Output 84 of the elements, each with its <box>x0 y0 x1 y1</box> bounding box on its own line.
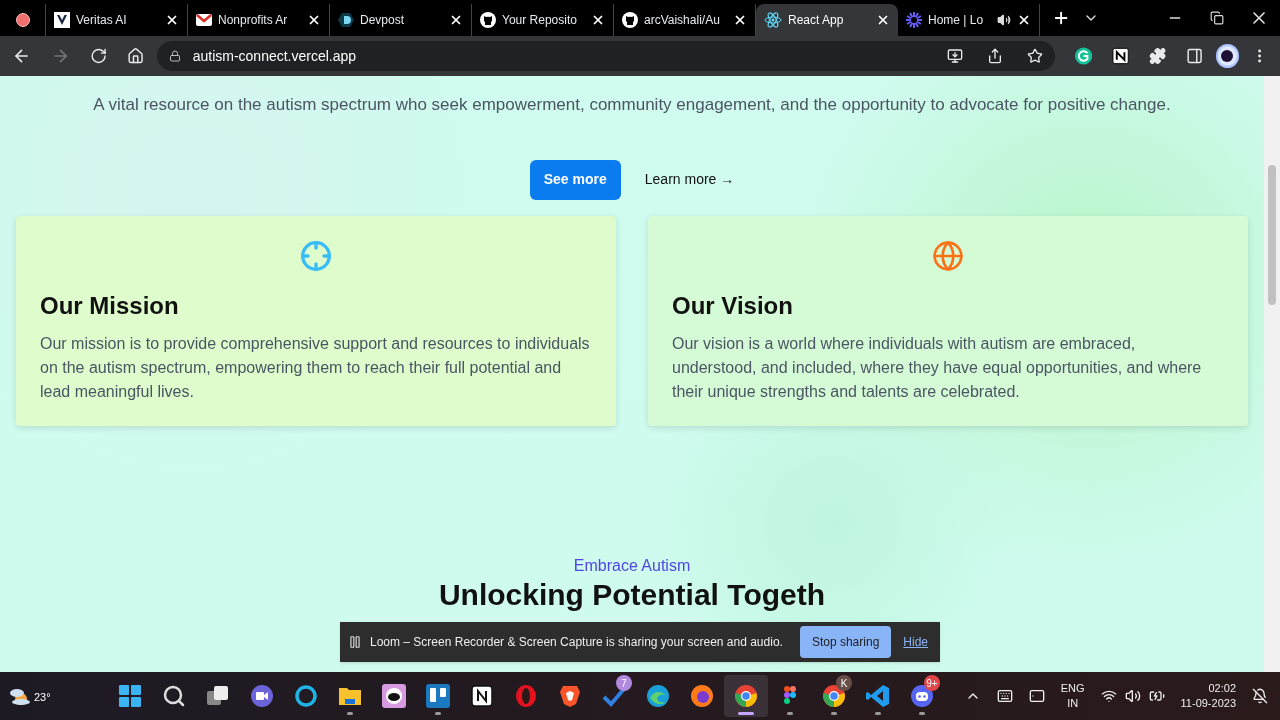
tab-title: Nonprofits Ar <box>218 12 288 29</box>
notebook-extension-icon[interactable] <box>1112 47 1130 65</box>
tab-title: arcVaishali/Au <box>644 12 720 29</box>
search-icon <box>162 684 186 708</box>
stop-sharing-button[interactable]: Stop sharing <box>799 626 892 658</box>
learn-more-link[interactable]: Learn more → <box>644 169 735 190</box>
taskbar-app[interactable] <box>724 675 768 717</box>
board-icon <box>426 684 450 708</box>
tab-title: Home | Lo <box>928 12 984 29</box>
notification-bell-icon[interactable] <box>1252 688 1268 704</box>
tagline: A vital resource on the autism spectrum who seek empowerment, community engagement, and the opportunity to advocate for positive change. <box>93 94 1171 116</box>
temperature: 23° <box>34 690 51 705</box>
region-text[interactable]: IN <box>1067 696 1079 711</box>
card-text: Our vision is a world where individuals with autism are embraced, understood, and included, where they have equal opportunities, and where their unique strengths and talents are celebrated. <box>672 333 1203 402</box>
close-tab-icon[interactable] <box>1017 13 1031 27</box>
side-panel-icon[interactable] <box>1186 47 1204 65</box>
close-tab-icon[interactable] <box>591 13 605 27</box>
hexagon-icon <box>338 12 354 28</box>
install-icon[interactable] <box>946 48 963 64</box>
close-tab-icon[interactable] <box>876 13 890 27</box>
tab-title: React App <box>788 12 844 29</box>
card-text: Our mission is to provide comprehensive support and resources to individuals on the autism spectrum, empowering them to reach their full potential and lead meaningful lives. <box>40 333 591 402</box>
close-tab-icon[interactable] <box>165 13 179 27</box>
notification-badge: 7 <box>616 675 632 691</box>
card-title: Our Mission <box>40 290 180 321</box>
notebook-icon <box>470 684 494 708</box>
atom-icon <box>764 12 782 28</box>
section-heading: Unlocking Potential Togeth <box>438 577 826 612</box>
crosshair-icon <box>300 239 332 272</box>
code-editor-icon <box>866 684 890 708</box>
notification-badge: K <box>836 675 852 691</box>
tab-title: Veritas AI <box>76 12 127 29</box>
share-icon[interactable] <box>986 48 1003 64</box>
keyboard-icon[interactable] <box>996 688 1013 704</box>
v-logo-icon <box>54 12 70 28</box>
taskbar-app[interactable]: 9+ <box>900 675 944 717</box>
close-tab-icon[interactable] <box>307 13 321 27</box>
cat-face-icon <box>382 684 406 708</box>
tab-title: Your Reposito <box>502 12 577 29</box>
home-icon[interactable] <box>127 47 145 65</box>
see-more-button[interactable]: See more <box>529 159 621 200</box>
clock-date[interactable]: 11-09-2023 <box>1180 696 1236 711</box>
starburst-icon <box>906 12 922 28</box>
card-title: Our Vision <box>672 290 794 321</box>
lock-icon <box>168 50 181 62</box>
hide-link[interactable]: Hide <box>903 633 928 651</box>
notification-badge: 9+ <box>924 675 940 691</box>
windows-logo-icon <box>118 684 142 708</box>
profile-avatar[interactable] <box>1215 44 1239 68</box>
extensions-icon[interactable] <box>1149 47 1167 65</box>
fox-globe-icon <box>690 684 714 708</box>
pause-icon <box>348 635 362 649</box>
close-tab-icon[interactable] <box>733 13 747 27</box>
restore-icon[interactable] <box>1210 11 1225 25</box>
eyebrow-text: Embrace Autism <box>573 555 691 576</box>
grammar-extension-icon[interactable] <box>1074 47 1092 65</box>
cat-silhouette-icon <box>622 12 638 28</box>
language-text[interactable]: ENG <box>1060 681 1085 696</box>
cat-silhouette-icon <box>480 12 496 28</box>
bookmark-star-icon[interactable] <box>1026 48 1043 64</box>
address-bar[interactable]: autism-connect.vercel.app <box>156 41 1055 71</box>
url-text: autism-connect.vercel.app <box>192 46 357 66</box>
mail-icon <box>196 12 212 28</box>
clock-time[interactable]: 02:02 <box>1208 681 1236 696</box>
oval-ring-icon <box>514 684 538 708</box>
wave-circle-icon <box>646 684 670 708</box>
tab-title: Devpost <box>360 12 405 29</box>
ring-icon <box>294 684 318 708</box>
video-chat-icon <box>250 684 274 708</box>
record-icon <box>15 13 30 27</box>
close-tab-icon[interactable] <box>449 13 463 27</box>
wifi-icon[interactable] <box>1100 688 1117 704</box>
sharing-message: Loom – Screen Recorder & Screen Capture is sharing your screen and audio. <box>370 634 783 651</box>
scrollbar[interactable] <box>1264 76 1280 672</box>
battery-icon[interactable] <box>1148 688 1165 704</box>
browser-tab[interactable]: React App <box>756 4 898 36</box>
overlapping-windows-icon <box>206 684 230 708</box>
lion-shield-icon <box>558 684 582 708</box>
touchpad-icon[interactable] <box>1028 688 1045 704</box>
reload-icon[interactable] <box>90 47 108 65</box>
globe-icon <box>932 239 964 272</box>
taskbar-app[interactable]: K <box>812 675 856 717</box>
round-browser-icon <box>734 684 758 708</box>
speaker-icon[interactable] <box>1124 688 1141 704</box>
